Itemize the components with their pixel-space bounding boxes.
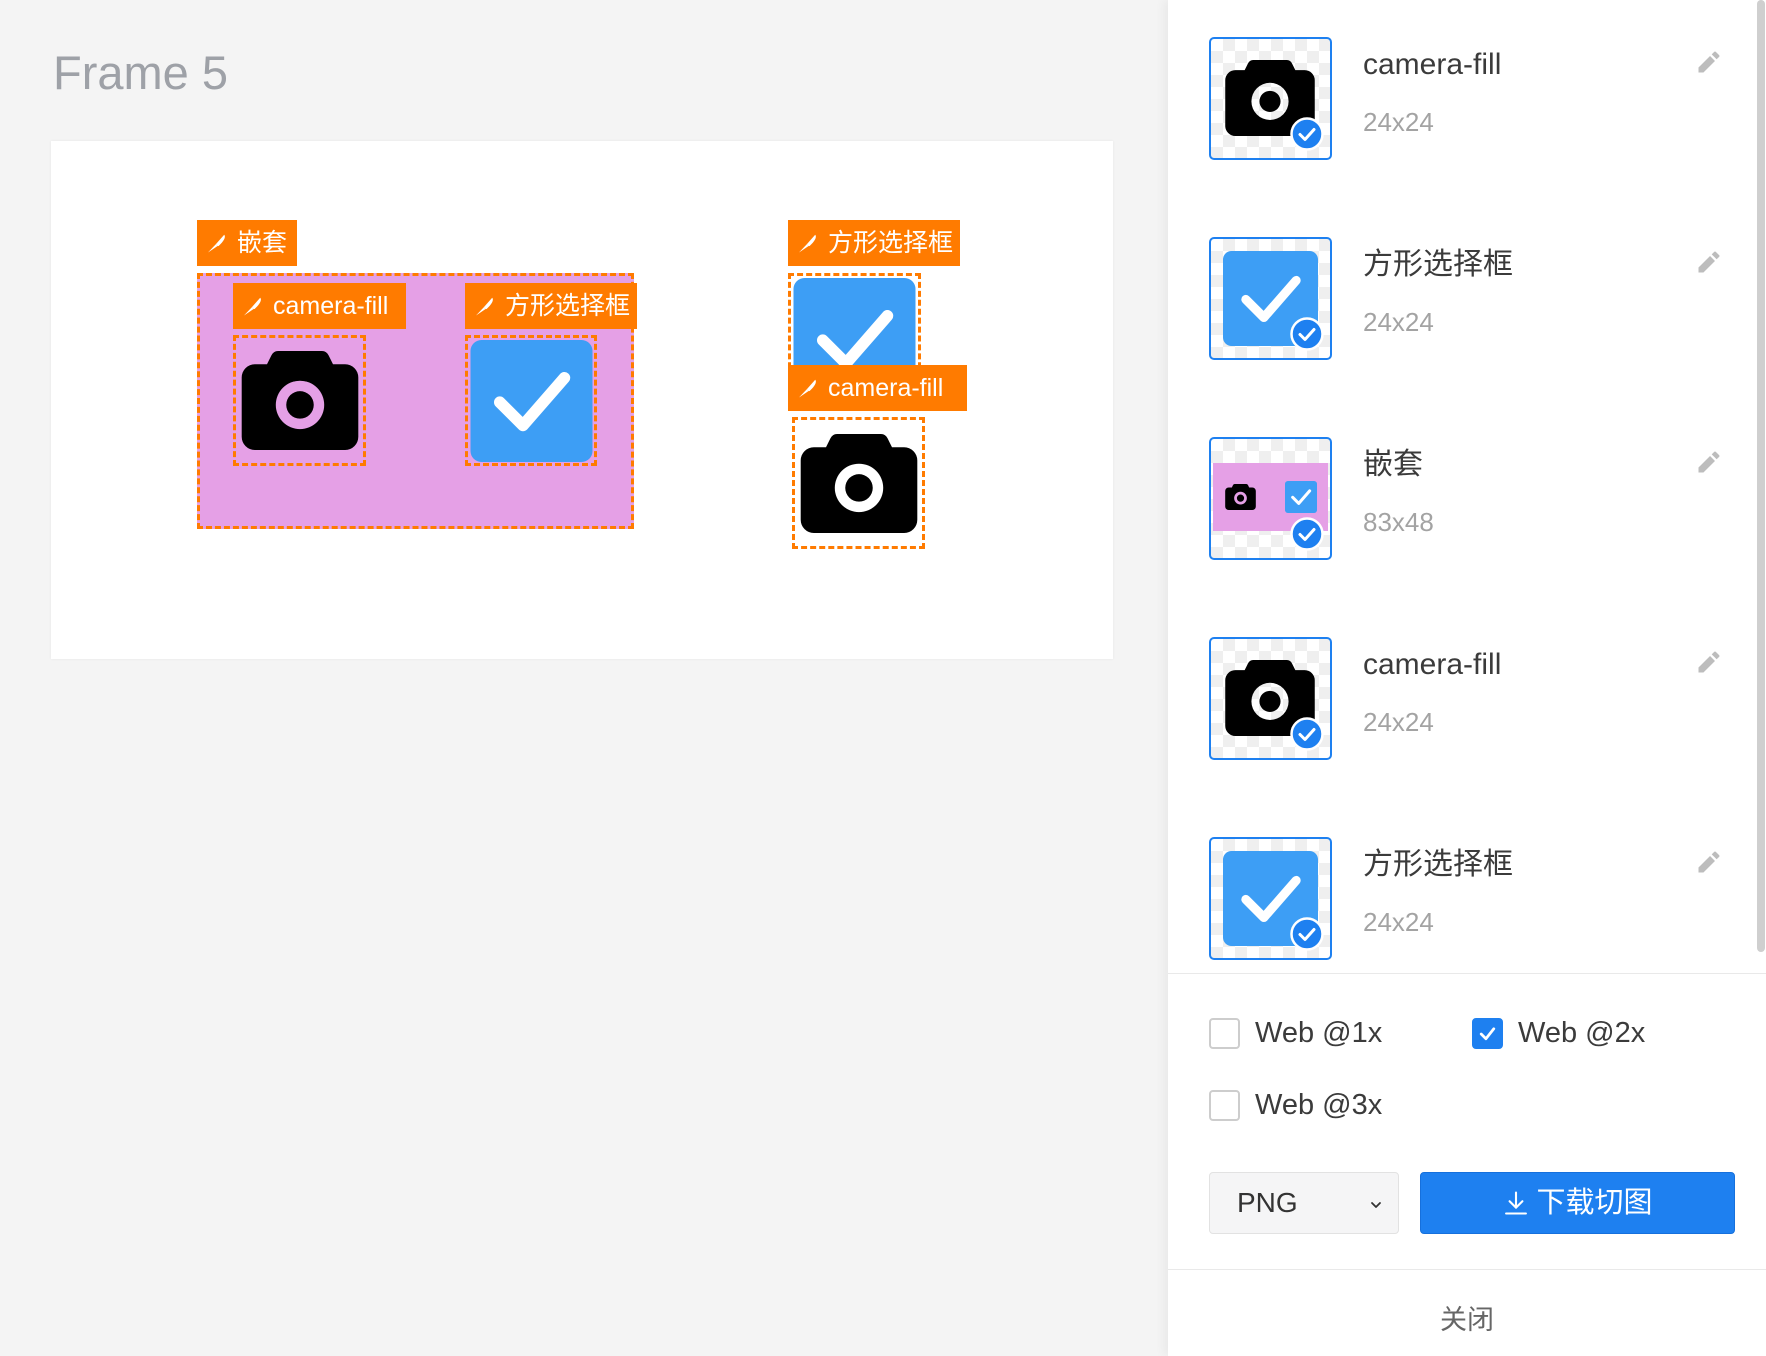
pencil-icon[interactable] (1695, 648, 1723, 676)
camera-fill-icon (800, 434, 918, 533)
checkbox[interactable] (1209, 1089, 1240, 1121)
asset-list-scrollbar[interactable] (1757, 0, 1765, 952)
format-select-value: PNG (1237, 1187, 1298, 1218)
asset-item[interactable]: 嵌套 83x48 (1168, 400, 1766, 600)
scalpel-icon (797, 377, 819, 399)
artboard-frame[interactable]: 嵌套 camera-fill 方形选择框 方形选择框 camera-fill (51, 141, 1113, 659)
panel-footer: 关闭 (1168, 1269, 1766, 1356)
export-option-3x[interactable]: Web @3x (1209, 1085, 1382, 1125)
scalpel-icon (242, 295, 264, 317)
asset-size: 24x24 (1363, 107, 1434, 137)
checkbox[interactable] (1472, 1017, 1503, 1049)
export-option-label: Web @2x (1518, 1017, 1646, 1049)
camera-fill-icon (241, 351, 359, 450)
check-circle-icon[interactable] (1290, 917, 1324, 951)
format-select[interactable]: PNG (1209, 1172, 1399, 1234)
export-option-1x[interactable]: Web @1x (1209, 1013, 1382, 1053)
checkbox-checked-icon (1285, 481, 1317, 513)
asset-size: 24x24 (1363, 307, 1434, 337)
scalpel-icon (797, 232, 819, 254)
slice-camera-fill-standalone[interactable] (792, 417, 925, 549)
slice-label-camera-fill-standalone[interactable]: camera-fill (788, 365, 967, 411)
slice-label-text: camera-fill (828, 374, 944, 402)
asset-item[interactable]: 方形选择框 24x24 (1168, 800, 1766, 973)
asset-size: 24x24 (1363, 907, 1434, 937)
close-button[interactable]: 关闭 (1168, 1300, 1766, 1340)
pencil-icon[interactable] (1695, 248, 1723, 276)
asset-thumbnail[interactable] (1209, 437, 1332, 560)
asset-item[interactable]: camera-fill 24x24 (1168, 0, 1766, 200)
checkbox[interactable] (1209, 1017, 1240, 1049)
slice-label-camera-fill[interactable]: camera-fill (233, 283, 406, 329)
asset-size: 83x48 (1363, 507, 1434, 537)
chevron-down-icon (1371, 1202, 1381, 1208)
asset-thumbnail[interactable] (1209, 237, 1332, 360)
checkbox-checked-icon (470, 340, 593, 462)
asset-size: 24x24 (1363, 707, 1434, 737)
export-option-label: Web @3x (1255, 1089, 1383, 1121)
export-panel: camera-fill 24x24 方形选择框 24x24 嵌套 83x48 c… (1168, 0, 1766, 1356)
scalpel-icon (474, 295, 496, 317)
camera-fill-icon (1225, 484, 1256, 510)
scalpel-icon (206, 232, 228, 254)
pencil-icon[interactable] (1695, 848, 1723, 876)
slice-checkbox[interactable] (465, 335, 597, 466)
download-button-label: 下载切图 (1536, 1187, 1653, 1219)
asset-item[interactable]: 方形选择框 24x24 (1168, 200, 1766, 400)
slice-label-text: 方形选择框 (505, 292, 631, 320)
check-circle-icon[interactable] (1290, 517, 1324, 551)
slice-label-checkbox[interactable]: 方形选择框 (465, 283, 637, 329)
pencil-icon[interactable] (1695, 448, 1723, 476)
download-icon (1505, 1191, 1528, 1215)
asset-name: camera-fill (1363, 648, 1502, 681)
asset-thumbnail[interactable] (1209, 837, 1332, 960)
slice-label-checkbox-standalone[interactable]: 方形选择框 (788, 220, 960, 266)
slice-label-nested-group[interactable]: 嵌套 (197, 220, 297, 266)
slice-label-text: 方形选择框 (828, 229, 954, 257)
asset-name: 方形选择框 (1363, 248, 1513, 281)
pencil-icon[interactable] (1695, 48, 1723, 76)
asset-name: 嵌套 (1363, 448, 1423, 481)
slice-label-text: 嵌套 (237, 229, 288, 257)
asset-thumbnail[interactable] (1209, 37, 1332, 160)
asset-item[interactable]: camera-fill 24x24 (1168, 600, 1766, 800)
slice-camera-fill[interactable] (233, 335, 366, 466)
frame-title: Frame 5 (53, 46, 228, 99)
check-circle-icon[interactable] (1290, 317, 1324, 351)
download-slices-button[interactable]: 下载切图 (1420, 1172, 1735, 1234)
asset-thumbnail[interactable] (1209, 637, 1332, 760)
asset-name: camera-fill (1363, 48, 1502, 81)
slice-label-text: camera-fill (273, 292, 389, 320)
export-option-2x[interactable]: Web @2x (1472, 1013, 1645, 1053)
check-circle-icon[interactable] (1290, 717, 1324, 751)
check-circle-icon[interactable] (1290, 117, 1324, 151)
design-canvas[interactable]: Frame 5 嵌套 camera-fill 方形选择框 方形选择框 camer… (0, 0, 1168, 1356)
asset-name: 方形选择框 (1363, 848, 1513, 881)
asset-list[interactable]: camera-fill 24x24 方形选择框 24x24 嵌套 83x48 c… (1168, 0, 1766, 974)
export-option-label: Web @1x (1255, 1017, 1383, 1049)
